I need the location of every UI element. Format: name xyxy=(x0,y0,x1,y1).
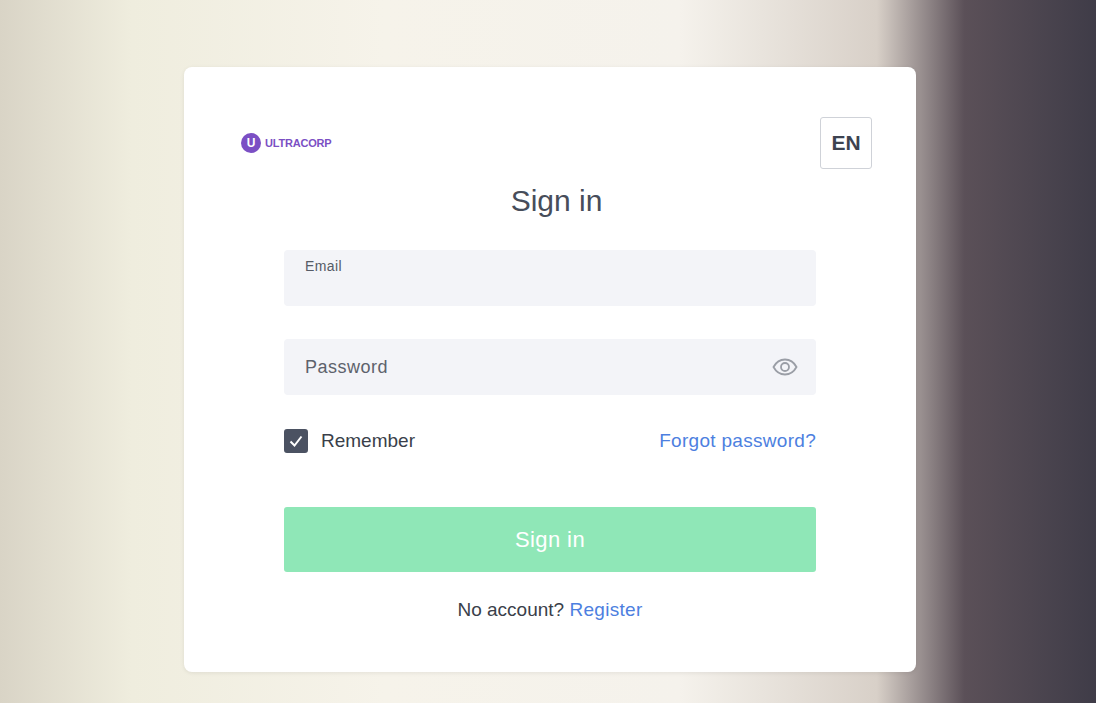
email-input[interactable] xyxy=(305,275,795,299)
sign-in-card: U ULTRACORP EN Sign in Email Remem xyxy=(184,67,916,672)
register-link[interactable]: Register xyxy=(569,599,642,620)
password-field[interactable] xyxy=(284,339,816,395)
forgot-password-link[interactable]: Forgot password? xyxy=(659,427,816,456)
logo: U ULTRACORP xyxy=(241,133,331,153)
language-button[interactable]: EN xyxy=(820,117,872,169)
eye-icon[interactable] xyxy=(772,358,798,376)
remember-label[interactable]: Remember xyxy=(321,427,415,456)
register-line: No account? Register xyxy=(284,598,816,622)
register-prompt: No account? xyxy=(457,599,564,620)
logo-mark: U xyxy=(241,133,261,153)
password-input[interactable] xyxy=(305,339,772,395)
remember-checkbox[interactable] xyxy=(284,429,308,453)
sign-in-button-label: Sign in xyxy=(515,527,585,552)
sign-in-button[interactable]: Sign in xyxy=(284,507,816,572)
email-field[interactable]: Email xyxy=(284,250,816,306)
logo-name: ULTRACORP xyxy=(265,135,331,152)
email-label: Email xyxy=(305,258,795,275)
check-icon xyxy=(288,433,304,449)
sign-in-form: Email Remember Forgot password? Sign in xyxy=(284,250,816,622)
page-title: Sign in xyxy=(241,183,872,219)
